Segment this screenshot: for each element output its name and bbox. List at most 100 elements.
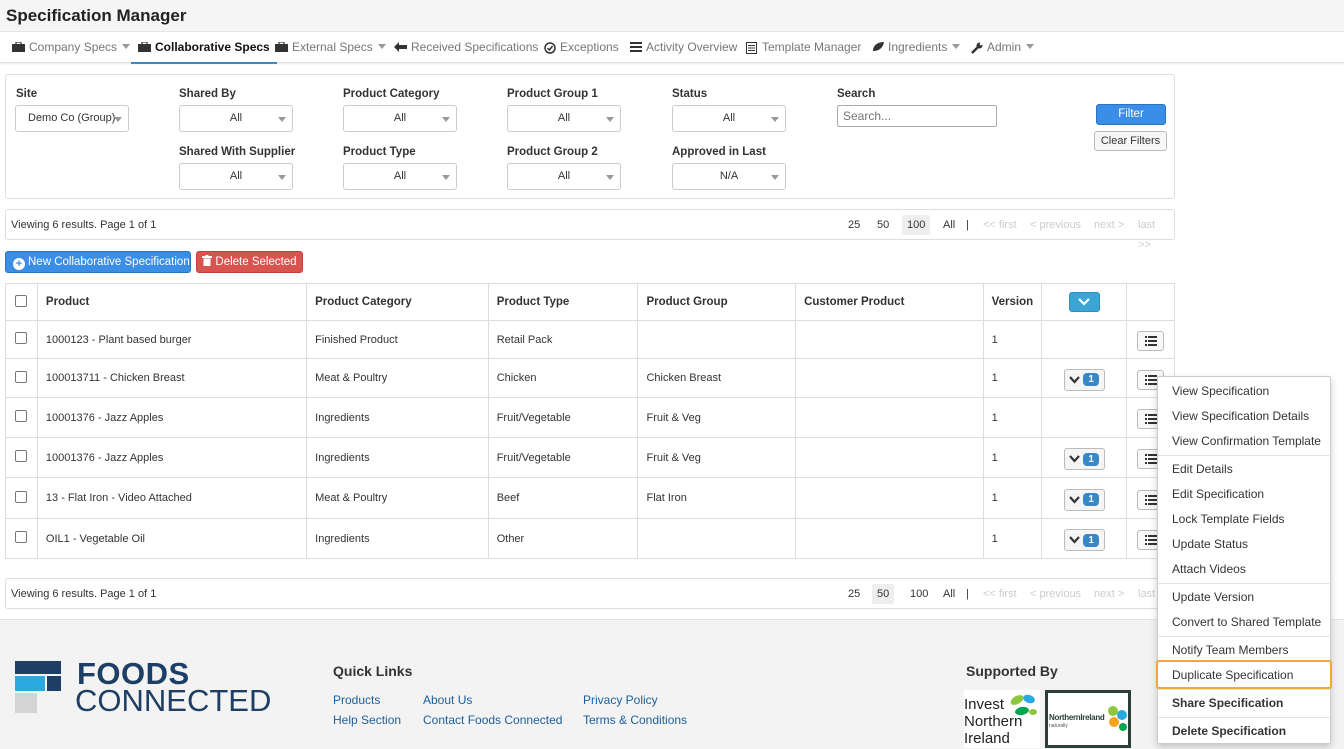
nav-collaborative-specs[interactable]: Collaborative Specs <box>131 32 277 64</box>
menu-edit-specification[interactable]: Edit Specification <box>1172 487 1264 501</box>
pager-next[interactable]: next > <box>1089 584 1129 604</box>
versions-toggle-button[interactable]: 1 <box>1063 368 1105 391</box>
product-category-select[interactable]: All <box>343 105 457 132</box>
row-actions-button[interactable] <box>1137 331 1164 351</box>
menu-update-status[interactable]: Update Status <box>1172 537 1248 551</box>
pager-first[interactable]: << first <box>978 584 1022 604</box>
row-checkbox[interactable] <box>15 450 28 462</box>
menu-update-version[interactable]: Update Version <box>1172 590 1254 604</box>
menu-notify-team-members[interactable]: Notify Team Members <box>1172 643 1288 657</box>
pager-previous[interactable]: < previous <box>1025 584 1086 604</box>
header-customer-product[interactable]: Customer Product <box>795 283 984 321</box>
footer-link-contact[interactable]: Contact Foods Connected <box>423 713 562 727</box>
delete-selected-button[interactable]: Delete Selected <box>196 251 303 273</box>
footer-link-about-us[interactable]: About Us <box>423 693 472 707</box>
header-version[interactable]: Version <box>982 283 1043 321</box>
versions-toggle-button[interactable]: 1 <box>1063 529 1105 551</box>
footer-link-help-section[interactable]: Help Section <box>333 713 401 727</box>
versions-toggle-button[interactable]: 1 <box>1063 448 1105 470</box>
cell-product[interactable]: 1000123 - Plant based burger <box>36 320 308 359</box>
nav-exceptions[interactable]: Exceptions <box>543 32 619 64</box>
table-row[interactable]: 13 - Flat Iron - Video Attached Meat & Po… <box>5 477 1175 519</box>
footer-link-privacy-policy[interactable]: Privacy Policy <box>583 693 658 707</box>
northern-ireland-logo[interactable]: NorthernIreland naturally <box>1045 690 1131 748</box>
product-group-1-select[interactable]: All <box>507 105 621 132</box>
cell-product[interactable]: 10001376 - Jazz Apples <box>36 397 308 438</box>
new-collaborative-spec-button[interactable]: + New Collaborative Specification <box>5 251 191 273</box>
footer-link-terms[interactable]: Terms & Conditions <box>583 713 687 727</box>
menu-edit-details[interactable]: Edit Details <box>1172 462 1233 476</box>
row-checkbox[interactable] <box>15 410 28 422</box>
table-row[interactable]: 10001376 - Jazz Apples Ingredients Fruit/V… <box>5 437 1175 478</box>
shared-with-supplier-select[interactable]: All <box>179 163 293 190</box>
page-size-50[interactable]: 50 <box>872 584 895 604</box>
header-product-group[interactable]: Product Group <box>637 283 797 321</box>
site-label: Site <box>16 88 38 100</box>
nav-external-specs[interactable]: External Specs <box>275 32 386 64</box>
product-type-select[interactable]: All <box>343 163 457 190</box>
approved-in-last-select[interactable]: N/A <box>672 163 786 190</box>
cell-customer-product <box>795 358 984 398</box>
table-row[interactable]: 1000123 - Plant based burger Finished Pro… <box>5 320 1175 359</box>
menu-duplicate-specification[interactable]: Duplicate Specification <box>1172 668 1293 682</box>
menu-convert-to-shared-template[interactable]: Convert to Shared Template <box>1172 615 1321 629</box>
shared-by-select[interactable]: All <box>179 105 293 132</box>
nav-activity-overview[interactable]: Activity Overview <box>629 32 737 64</box>
pager-last[interactable]: last >> <box>1133 215 1174 251</box>
row-checkbox[interactable] <box>15 531 28 543</box>
row-checkbox[interactable] <box>15 332 28 344</box>
menu-divider <box>1158 636 1330 637</box>
list-icon <box>629 42 642 52</box>
cell-product[interactable]: OIL1 - Vegetable Oil <box>36 518 308 559</box>
invest-ni-logo[interactable]: Invest Northern Ireland <box>964 690 1040 748</box>
page-size-all[interactable]: All <box>938 215 960 235</box>
page-size-50[interactable]: 50 <box>872 215 894 235</box>
menu-delete-specification[interactable]: Delete Specification <box>1172 724 1286 738</box>
versions-toggle-button[interactable]: 1 <box>1063 488 1105 511</box>
menu-attach-videos[interactable]: Attach Videos <box>1172 562 1246 576</box>
status-select[interactable]: All <box>672 105 786 132</box>
cell-product-group: Fruit & Veg <box>637 397 797 438</box>
menu-view-confirmation-template[interactable]: View Confirmation Template <box>1172 434 1321 448</box>
menu-view-specification-details[interactable]: View Specification Details <box>1172 409 1309 423</box>
table-row[interactable]: 10001376 - Jazz Apples Ingredients Fruit/V… <box>5 397 1175 438</box>
pager-next[interactable]: next > <box>1089 215 1129 235</box>
foods-connected-logo[interactable] <box>15 661 65 718</box>
menu-view-specification[interactable]: View Specification <box>1172 384 1269 398</box>
row-checkbox[interactable] <box>15 490 28 503</box>
header-product[interactable]: Product <box>36 283 308 321</box>
chevron-down-icon <box>1069 495 1081 504</box>
page-size-25[interactable]: 25 <box>843 215 865 235</box>
search-input[interactable] <box>837 105 997 127</box>
page-size-100[interactable]: 100 <box>905 584 933 604</box>
row-checkbox[interactable] <box>15 370 28 383</box>
nav-ingredients[interactable]: Ingredients <box>871 32 961 64</box>
table-row[interactable]: OIL1 - Vegetable Oil Ingredients Other 1 1 <box>5 518 1175 559</box>
clear-filters-button[interactable]: Clear Filters <box>1094 131 1167 151</box>
filter-button[interactable]: Filter <box>1096 104 1166 125</box>
table-row[interactable]: 100013711 - Chicken Breast Meat & Poultry… <box>5 358 1175 398</box>
pager-previous[interactable]: < previous <box>1025 215 1086 235</box>
footer-link-products[interactable]: Products <box>333 693 380 707</box>
page-size-all[interactable]: All <box>938 584 960 604</box>
expand-all-button[interactable] <box>1068 292 1100 312</box>
cell-product[interactable]: 10001376 - Jazz Apples <box>36 437 308 478</box>
select-all-checkbox[interactable] <box>15 294 28 307</box>
cell-product[interactable]: 13 - Flat Iron - Video Attached <box>36 477 308 519</box>
version-count-badge: 1 <box>1083 533 1099 547</box>
cell-product[interactable]: 100013711 - Chicken Breast <box>36 358 308 398</box>
menu-lock-template-fields[interactable]: Lock Template Fields <box>1172 512 1285 526</box>
menu-share-specification[interactable]: Share Specification <box>1172 696 1283 710</box>
nav-company-specs[interactable]: Company Specs <box>12 32 131 64</box>
page-size-100[interactable]: 100 <box>902 215 931 235</box>
site-select[interactable]: Demo Co (Group) <box>15 105 129 132</box>
version-count-badge: 1 <box>1083 493 1099 506</box>
nav-admin[interactable]: Admin <box>970 32 1035 64</box>
product-group-2-select[interactable]: All <box>507 163 621 190</box>
nav-template-manager[interactable]: Template Manager <box>745 32 861 64</box>
nav-received-specifications[interactable]: Received Specifications <box>394 32 538 64</box>
pager-first[interactable]: << first <box>978 215 1022 235</box>
header-product-type[interactable]: Product Type <box>487 283 639 321</box>
header-product-category[interactable]: Product Category <box>306 283 489 321</box>
page-size-25[interactable]: 25 <box>843 584 865 604</box>
